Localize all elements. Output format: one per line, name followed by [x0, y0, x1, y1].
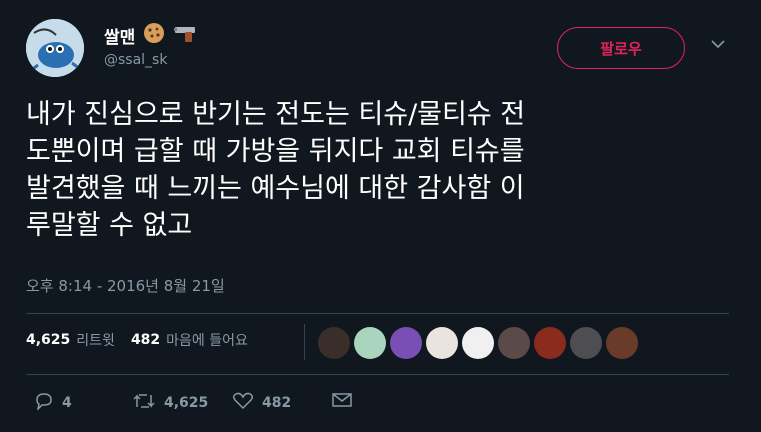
- like-button[interactable]: 482: [232, 392, 291, 414]
- author-display-name-row[interactable]: 쌀맨: [104, 22, 199, 49]
- like-stat[interactable]: 482 마음에 들어요: [131, 330, 248, 350]
- pistol-icon: [173, 23, 199, 48]
- liker-avatar[interactable]: [390, 327, 422, 359]
- liker-avatar[interactable]: [318, 327, 350, 359]
- divider: [26, 313, 729, 314]
- reply-count: 4: [62, 395, 72, 411]
- like-stat-count: 482: [130, 332, 161, 348]
- author-avatar[interactable]: [26, 19, 84, 77]
- liker-avatar[interactable]: [462, 327, 494, 359]
- reply-button[interactable]: 4: [34, 392, 72, 414]
- tweet-text-line: 발견했을 때 느끼는 예수님에 대한 감사함 이: [26, 173, 525, 204]
- tweet-text: 내가 진심으로 반기는 전도는 티슈/물티슈 전 도뿐이며 급할 때 가방을 뒤…: [26, 96, 738, 244]
- like-count: 482: [262, 395, 292, 411]
- retweet-stat-count: 4,625: [26, 332, 71, 348]
- heart-icon: [232, 392, 254, 414]
- liker-avatar[interactable]: [426, 327, 458, 359]
- author-handle[interactable]: @ssal_sk: [104, 52, 167, 68]
- envelope-icon: [332, 392, 352, 412]
- tweet-timestamp[interactable]: 오후 8:14 - 2016년 8월 21일: [26, 275, 225, 296]
- direct-message-button[interactable]: [332, 392, 352, 412]
- retweet-button[interactable]: 4,625: [132, 392, 208, 414]
- liker-avatars: [318, 327, 638, 359]
- liker-avatar[interactable]: [354, 327, 386, 359]
- liker-avatar[interactable]: [570, 327, 602, 359]
- author-display-name[interactable]: 쌀맨: [104, 23, 135, 48]
- retweet-count: 4,625: [164, 395, 209, 411]
- retweet-icon: [132, 392, 156, 414]
- follow-button[interactable]: 팔로우: [557, 27, 685, 69]
- tweet-stats: 4,625 리트윗 482 마음에 들어요: [26, 330, 248, 350]
- retweet-stat-label: 리트윗: [76, 333, 115, 349]
- cookie-icon: [143, 22, 165, 49]
- retweet-stat[interactable]: 4,625 리트윗: [26, 330, 115, 350]
- divider: [304, 324, 305, 360]
- tweet-text-line: 내가 진심으로 반기는 전도는 티슈/물티슈 전: [26, 99, 526, 130]
- tweet-actions: 4 4,625 482: [26, 392, 366, 414]
- liker-avatar[interactable]: [534, 327, 566, 359]
- liker-avatar[interactable]: [606, 327, 638, 359]
- liker-avatar[interactable]: [498, 327, 530, 359]
- tweet-text-line: 루말할 수 없고: [26, 210, 193, 241]
- like-stat-label: 마음에 들어요: [166, 333, 248, 349]
- chevron-down-icon[interactable]: [710, 36, 726, 52]
- tweet-text-line: 도뿐이며 급할 때 가방을 뒤지다 교회 티슈를: [26, 136, 525, 167]
- reply-icon: [34, 392, 54, 414]
- divider: [26, 374, 729, 375]
